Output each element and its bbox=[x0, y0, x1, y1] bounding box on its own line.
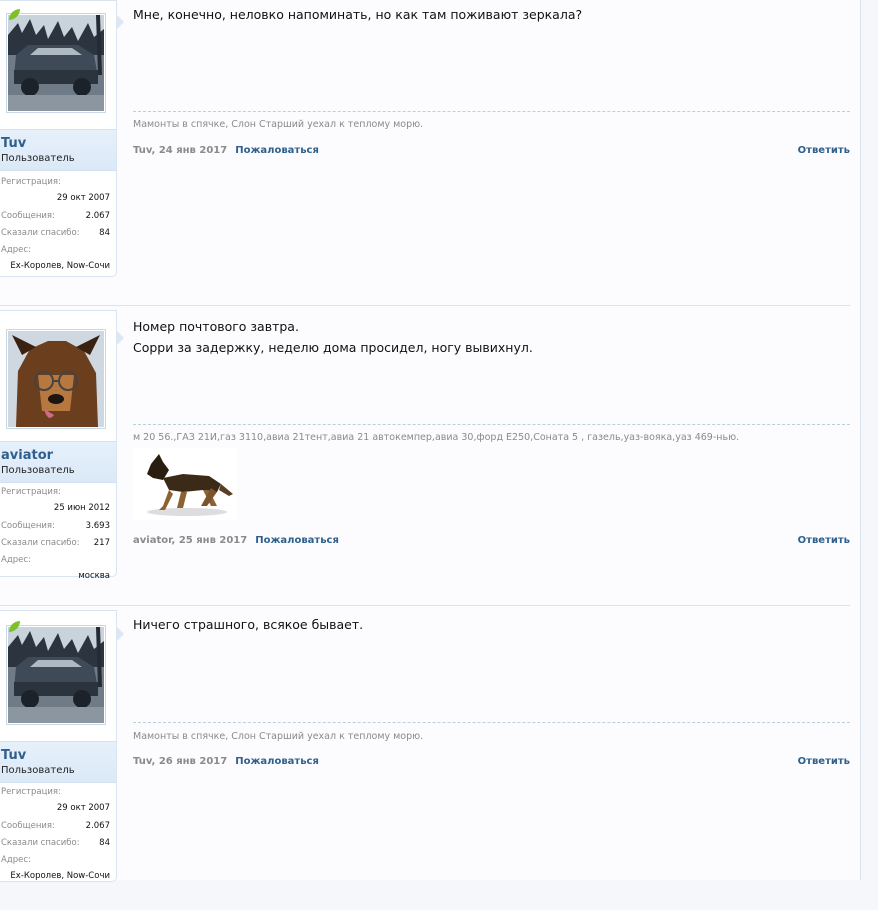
post-separator bbox=[0, 305, 850, 306]
user-info-panel: Tuv Пользователь Регистрация: 29 окт 200… bbox=[0, 610, 117, 882]
message-line: Ничего страшного, всякое бывает. bbox=[133, 617, 364, 632]
username-link[interactable]: Tuv bbox=[1, 136, 26, 151]
old-car-avatar bbox=[8, 627, 104, 723]
report-link[interactable]: Пожаловаться bbox=[255, 535, 339, 546]
message-text: Мне, конечно, неловко напоминать, но как… bbox=[133, 4, 850, 25]
stat-label: Адрес: bbox=[1, 855, 31, 865]
signature-text: Мамонты в спячке, Слон Старший уехал к т… bbox=[133, 731, 424, 742]
running-dog-image bbox=[133, 448, 237, 520]
content-border bbox=[860, 0, 861, 880]
avatar[interactable] bbox=[6, 9, 106, 113]
report-link[interactable]: Пожаловаться bbox=[235, 756, 319, 767]
avatar[interactable] bbox=[6, 621, 106, 725]
post-meta: Tuv, 24 янв 2017 Пожаловаться bbox=[133, 145, 319, 156]
username-bar: Tuv Пользователь bbox=[0, 741, 116, 783]
message-text: Номер почтового завтра. Сорри за задержку… bbox=[133, 316, 850, 358]
post-separator bbox=[0, 605, 850, 606]
username-link[interactable]: aviator bbox=[1, 448, 53, 463]
post-date[interactable]: aviator, 25 янв 2017 bbox=[133, 535, 247, 546]
report-link[interactable]: Пожаловаться bbox=[235, 145, 319, 156]
message-line: Сорри за задержку, неделю дома просидел,… bbox=[133, 340, 533, 355]
dog-with-glasses-avatar bbox=[8, 331, 104, 427]
stat-label: Регистрация: bbox=[1, 177, 61, 187]
post-date[interactable]: Tuv, 24 янв 2017 bbox=[133, 145, 227, 156]
reply-button[interactable]: Ответить bbox=[798, 756, 850, 767]
stat-value: 84 bbox=[99, 228, 110, 238]
username-bar: aviator Пользователь bbox=[0, 441, 116, 483]
signature-divider bbox=[133, 424, 850, 425]
post: Tuv Пользователь Регистрация: 29 окт 200… bbox=[0, 605, 860, 910]
post-meta: aviator, 25 янв 2017 Пожаловаться bbox=[133, 535, 339, 546]
stat-value: 3.693 bbox=[85, 521, 110, 531]
stat-label: Сообщения: bbox=[1, 821, 55, 831]
stat-label: Сказали спасибо: bbox=[1, 838, 80, 848]
message-arrow bbox=[116, 626, 124, 642]
signature-text: м 20 56.,ГАЗ 21И,газ 3110,авиа 21тент,ав… bbox=[133, 432, 740, 443]
post-meta: Tuv, 26 янв 2017 Пожаловаться bbox=[133, 756, 319, 767]
post: Tuv Пользователь Регистрация: 29 окт 200… bbox=[0, 0, 860, 305]
stat-value: 217 bbox=[93, 538, 110, 548]
user-title: Пользователь bbox=[1, 153, 75, 164]
stat-value: 29 окт 2007 bbox=[56, 803, 110, 813]
stat-value: 2.067 bbox=[85, 211, 110, 221]
stat-value: 2.067 bbox=[85, 821, 110, 831]
stat-label: Сообщения: bbox=[1, 521, 55, 531]
signature-divider bbox=[133, 722, 850, 723]
stat-label: Сказали спасибо: bbox=[1, 228, 80, 238]
user-title: Пользователь bbox=[1, 465, 75, 476]
stat-value: Ex-Королев, Now-Сочи bbox=[10, 261, 110, 271]
signature-text: Мамонты в спячке, Слон Старший уехал к т… bbox=[133, 119, 424, 130]
username-link[interactable]: Tuv bbox=[1, 748, 26, 763]
stat-value: москва bbox=[78, 571, 110, 581]
user-info-panel: Tuv Пользователь Регистрация: 29 окт 200… bbox=[0, 0, 117, 277]
stat-value: 25 июн 2012 bbox=[53, 503, 110, 513]
user-info-panel: aviator Пользователь Регистрация: 25 июн… bbox=[0, 310, 117, 581]
stat-value: 29 окт 2007 bbox=[56, 193, 110, 203]
message-line: Мне, конечно, неловко напоминать, но как… bbox=[133, 7, 583, 22]
stat-label: Сказали спасибо: bbox=[1, 538, 80, 548]
message-line: Номер почтового завтра. bbox=[133, 319, 299, 334]
stat-value: 84 bbox=[99, 838, 110, 848]
username-bar: Tuv Пользователь bbox=[0, 129, 116, 171]
reply-button[interactable]: Ответить bbox=[798, 535, 850, 546]
stat-label: Адрес: bbox=[1, 555, 31, 565]
stat-label: Адрес: bbox=[1, 245, 31, 255]
stat-label: Регистрация: bbox=[1, 487, 61, 497]
stat-label: Регистрация: bbox=[1, 787, 61, 797]
post: aviator Пользователь Регистрация: 25 июн… bbox=[0, 305, 860, 605]
post-date[interactable]: Tuv, 26 янв 2017 bbox=[133, 756, 227, 767]
signature-divider bbox=[133, 111, 850, 112]
stat-label: Сообщения: bbox=[1, 211, 55, 221]
message-text: Ничего страшного, всякое бывает. bbox=[133, 614, 850, 635]
message-arrow bbox=[116, 14, 124, 30]
old-car-avatar bbox=[8, 15, 104, 111]
user-title: Пользователь bbox=[1, 765, 75, 776]
message-arrow bbox=[116, 330, 124, 346]
reply-button[interactable]: Ответить bbox=[798, 145, 850, 156]
avatar[interactable] bbox=[6, 329, 106, 429]
